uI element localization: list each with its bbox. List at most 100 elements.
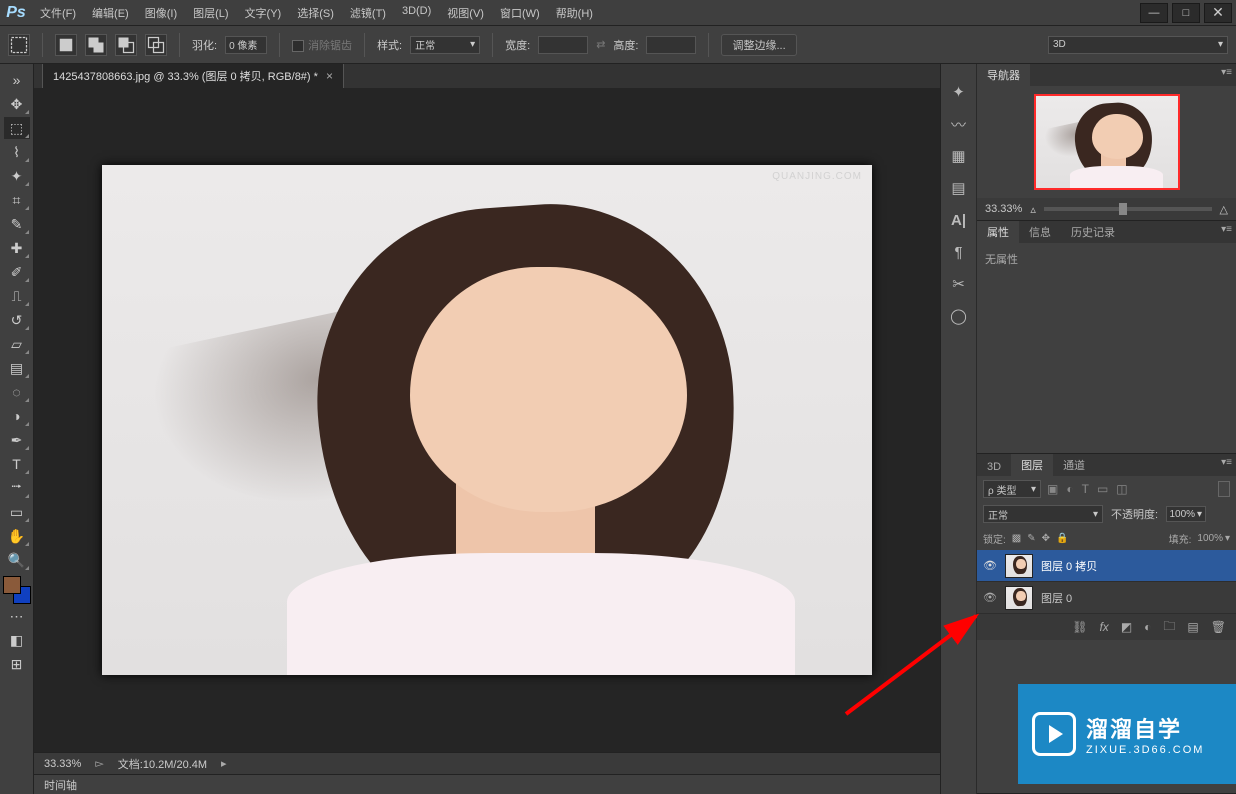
zoom-tool[interactable]: 🔍 <box>4 549 30 571</box>
zoom-readout[interactable]: 33.33% <box>44 758 81 770</box>
add-selection-icon[interactable] <box>85 34 107 56</box>
zoom-out-icon[interactable]: ▵ <box>1030 203 1036 216</box>
menu-item[interactable]: 3D(D) <box>394 0 439 26</box>
visibility-icon[interactable]: 👁 <box>983 559 997 572</box>
properties-tab[interactable]: 信息 <box>1019 221 1061 243</box>
pen-tool[interactable]: ✒ <box>4 429 30 451</box>
fill-input[interactable]: 100%▾ <box>1197 533 1230 544</box>
workspace-select[interactable]: 3D▾ <box>1048 36 1228 54</box>
filter-adjust-icon[interactable]: ◐ <box>1066 482 1073 496</box>
new-layer-icon[interactable]: ▤ <box>1187 620 1198 634</box>
navigator-zoom-slider[interactable] <box>1044 207 1212 211</box>
lasso-tool[interactable]: ⌇ <box>4 141 30 163</box>
properties-tab[interactable]: 历史记录 <box>1061 221 1125 243</box>
lock-pixels-icon[interactable]: ✎ <box>1027 533 1035 544</box>
eraser-tool[interactable]: ▱ <box>4 333 30 355</box>
canvas[interactable]: QUANJING.COM <box>102 165 872 675</box>
aux-tool-2[interactable]: ⊞ <box>4 653 30 675</box>
brush-icon[interactable]: 〰 <box>948 114 970 134</box>
crop-tool[interactable]: ⌗ <box>4 189 30 211</box>
lock-transparent-icon[interactable]: ▩ <box>1012 533 1021 544</box>
zoom-arrow-icon[interactable]: ▻ <box>95 757 103 770</box>
layer-mask-icon[interactable]: ◩ <box>1121 620 1132 634</box>
collapse-icon[interactable]: » <box>4 69 30 91</box>
layers-tab[interactable]: 图层 <box>1011 454 1053 476</box>
hand-tool[interactable]: ✋ <box>4 525 30 547</box>
filter-pixel-icon[interactable]: ▣ <box>1047 482 1058 496</box>
character-icon[interactable]: A| <box>948 210 970 230</box>
lock-position-icon[interactable]: ✥ <box>1042 533 1050 544</box>
layer-group-icon[interactable]: 🗀 <box>1163 617 1175 638</box>
document-tab[interactable]: 1425437808663.jpg @ 33.3% (图层 0 拷贝, RGB/… <box>42 63 344 88</box>
filter-type-icon[interactable]: T <box>1082 482 1089 496</box>
dodge-tool[interactable]: ◑ <box>4 405 30 427</box>
type-tool[interactable]: T <box>4 453 30 475</box>
aux-tool-1[interactable]: ◧ <box>4 629 30 651</box>
menu-item[interactable]: 滤镜(T) <box>342 0 394 26</box>
new-selection-icon[interactable] <box>55 34 77 56</box>
layer-fx-icon[interactable]: fx <box>1099 620 1108 634</box>
layers-tab[interactable]: 通道 <box>1053 454 1095 476</box>
feather-input[interactable]: 0 像素 <box>225 36 267 54</box>
menu-item[interactable]: 图层(L) <box>185 0 236 26</box>
rectangle-tool[interactable]: ▭ <box>4 501 30 523</box>
marquee-preset-icon[interactable] <box>8 34 30 56</box>
styles-icon[interactable]: ▤ <box>948 178 970 198</box>
brush-presets-icon[interactable]: ✦ <box>948 82 970 102</box>
menu-item[interactable]: 选择(S) <box>289 0 342 26</box>
menu-item[interactable]: 文件(F) <box>32 0 84 26</box>
menu-item[interactable]: 帮助(H) <box>548 0 601 26</box>
navigator-tab[interactable]: 导航器 <box>977 64 1030 86</box>
adjustment-layer-icon[interactable]: ◐ <box>1144 620 1151 634</box>
path-select-tool[interactable]: ⭬ <box>4 477 30 499</box>
doc-info-readout[interactable]: 文档:10.2M/20.4M <box>118 756 207 772</box>
filter-switch[interactable] <box>1218 481 1230 497</box>
filter-smart-icon[interactable]: ◫ <box>1116 482 1127 496</box>
move-tool[interactable]: ✥ <box>4 93 30 115</box>
blur-tool[interactable]: ◌ <box>4 381 30 403</box>
tools-presets-icon[interactable]: ✂ <box>948 274 970 294</box>
layers-tab[interactable]: 3D <box>977 458 1011 476</box>
width-input[interactable] <box>538 36 588 54</box>
eyedropper-tool[interactable]: ✎ <box>4 213 30 235</box>
menu-item[interactable]: 视图(V) <box>439 0 492 26</box>
doc-info-arrow-icon[interactable]: ▸ <box>221 757 227 770</box>
swap-wh-icon[interactable]: ⇄ <box>596 38 605 51</box>
filter-shape-icon[interactable]: ▭ <box>1097 482 1108 496</box>
panel-menu-icon[interactable]: ▾≡ <box>1221 457 1232 468</box>
properties-tab[interactable]: 属性 <box>977 221 1019 243</box>
opacity-input[interactable]: 100%▾ <box>1166 506 1206 522</box>
stamp-tool[interactable]: ⎍ <box>4 285 30 307</box>
blend-mode-select[interactable]: 正常▾ <box>983 505 1103 523</box>
layer-thumbnail[interactable] <box>1005 554 1033 578</box>
panel-menu-icon[interactable]: ▾≡ <box>1221 67 1232 78</box>
menu-item[interactable]: 窗口(W) <box>492 0 548 26</box>
minimize-button[interactable]: — <box>1140 3 1168 23</box>
wand-tool[interactable]: ✦ <box>4 165 30 187</box>
cc-libraries-icon[interactable]: ◯ <box>948 306 970 326</box>
maximize-button[interactable]: □ <box>1172 3 1200 23</box>
swatches-icon[interactable]: ▦ <box>948 146 970 166</box>
paragraph-icon[interactable]: ¶ <box>948 242 970 262</box>
link-layers-icon[interactable]: ⛓ <box>1072 620 1087 634</box>
layer-thumbnail[interactable] <box>1005 586 1033 610</box>
style-select[interactable]: 正常▾ <box>410 36 480 54</box>
intersect-selection-icon[interactable] <box>145 34 167 56</box>
menu-item[interactable]: 文字(Y) <box>237 0 290 26</box>
history-brush-tool[interactable]: ↺ <box>4 309 30 331</box>
aux-tool-0[interactable]: ⋯ <box>4 605 30 627</box>
lock-all-icon[interactable]: 🔒 <box>1056 533 1068 544</box>
visibility-icon[interactable]: 👁 <box>983 591 997 604</box>
navigator-thumbnail[interactable] <box>1034 94 1180 190</box>
brush-tool[interactable]: ✐ <box>4 261 30 283</box>
close-tab-icon[interactable]: × <box>326 69 333 83</box>
height-input[interactable] <box>646 36 696 54</box>
marquee-tool[interactable]: ⬚ <box>4 117 30 139</box>
zoom-in-icon[interactable]: △ <box>1220 203 1228 216</box>
healing-tool[interactable]: ✚ <box>4 237 30 259</box>
filter-kind-select[interactable]: ρ 类型▾ <box>983 480 1041 498</box>
delete-layer-icon[interactable]: 🗑 <box>1211 620 1226 634</box>
timeline-panel-tab[interactable]: 时间轴 <box>34 774 940 794</box>
layer-item[interactable]: 👁图层 0 拷贝 <box>977 550 1236 582</box>
refine-edge-button[interactable]: 调整边缘... <box>721 34 796 56</box>
